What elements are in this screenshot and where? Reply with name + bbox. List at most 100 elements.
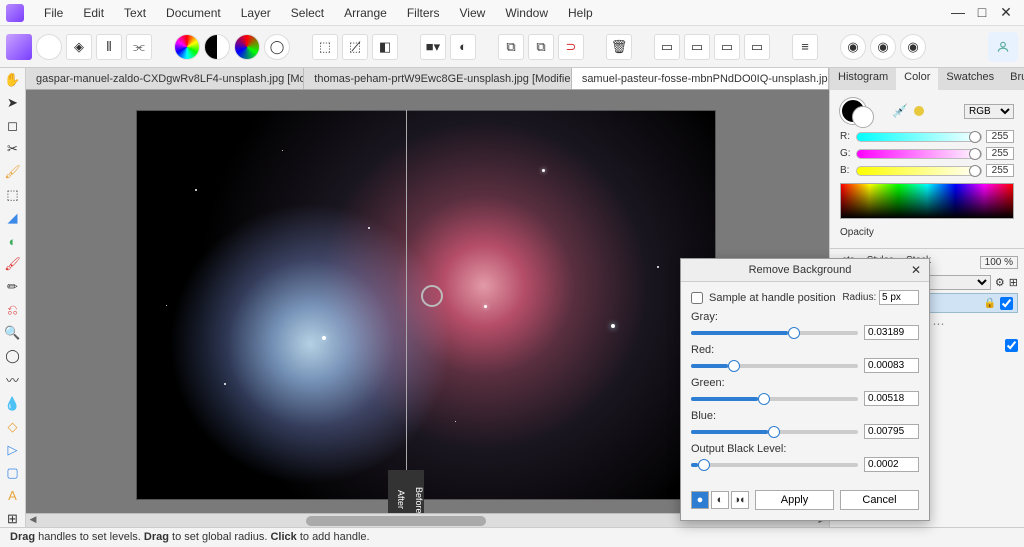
split-toggle-icon[interactable]: ◐ xyxy=(711,491,729,509)
g-value[interactable]: 255 xyxy=(986,147,1014,160)
deselect-icon[interactable]: ⬚̸ xyxy=(342,34,368,60)
minimize-icon[interactable]: — xyxy=(950,4,966,21)
b-slider[interactable] xyxy=(856,166,982,176)
rgb-icon[interactable] xyxy=(234,34,260,60)
flood-tool-icon[interactable]: ◢ xyxy=(3,210,23,227)
sample-checkbox[interactable] xyxy=(691,292,703,304)
smudge-tool-icon[interactable]: 〰 xyxy=(3,370,23,389)
green-value[interactable] xyxy=(864,391,919,406)
mesh-tool-icon[interactable]: ⊞ xyxy=(3,510,23,527)
obl-slider[interactable] xyxy=(691,463,858,467)
menu-arrange[interactable]: Arrange xyxy=(334,2,397,24)
color-swatch[interactable] xyxy=(840,98,866,124)
eyedropper-icon[interactable]: 💉 xyxy=(892,103,908,119)
color-dot[interactable] xyxy=(914,106,924,116)
crop-tool-icon[interactable]: ✂ xyxy=(3,141,23,158)
red-slider[interactable] xyxy=(691,364,858,368)
arrange2-icon[interactable]: ▭ xyxy=(684,34,710,60)
menu-edit[interactable]: Edit xyxy=(73,2,114,24)
menu-select[interactable]: Select xyxy=(281,2,334,24)
gear-icon[interactable]: ⚙ xyxy=(995,276,1005,289)
globe2-icon[interactable]: ◉ xyxy=(870,34,896,60)
menu-window[interactable]: Window xyxy=(495,2,558,24)
layer-visible-checkbox[interactable] xyxy=(1000,297,1013,310)
invert-sel-icon[interactable]: ◧ xyxy=(372,34,398,60)
view-tool-icon[interactable]: ◻ xyxy=(3,118,23,135)
dialog-titlebar[interactable]: Remove Background ✕ xyxy=(681,259,929,282)
menu-view[interactable]: View xyxy=(450,2,496,24)
persona-button[interactable] xyxy=(988,32,1018,62)
cube-icon[interactable]: ◈ xyxy=(66,34,92,60)
close-icon[interactable]: ✕ xyxy=(998,4,1014,21)
document-tab[interactable]: samuel-pasteur-fosse-mbnPNdDO0IQ-unsplas… xyxy=(572,68,829,89)
marquee-icon[interactable]: ⬚ xyxy=(312,34,338,60)
b-value[interactable]: 255 xyxy=(986,164,1014,177)
crop1-icon[interactable]: ⧉ xyxy=(498,34,524,60)
green-slider[interactable] xyxy=(691,397,858,401)
magnet-icon[interactable]: ⊃ xyxy=(558,34,584,60)
blue-slider[interactable] xyxy=(691,430,858,434)
preview-toggle-icon[interactable]: ● xyxy=(691,491,709,509)
menu-text[interactable]: Text xyxy=(114,2,156,24)
trash-icon[interactable]: 🗑 xyxy=(606,34,632,60)
slider-thumb[interactable] xyxy=(768,426,780,438)
ring-icon[interactable]: ◯ xyxy=(264,34,290,60)
gray-slider[interactable] xyxy=(691,331,858,335)
menu-filters[interactable]: Filters xyxy=(397,2,450,24)
dialog-close-icon[interactable]: ✕ xyxy=(911,263,921,277)
hand-tool-icon[interactable]: ✋ xyxy=(3,72,23,89)
color-mode-select[interactable]: RGB xyxy=(964,104,1014,119)
tab-histogram[interactable]: Histogram xyxy=(830,68,896,90)
apply-button[interactable]: Apply xyxy=(755,490,834,510)
scroll-left-icon[interactable]: ◀ xyxy=(26,514,40,528)
erase-tool-icon[interactable]: ✏ xyxy=(3,279,23,296)
menu-file[interactable]: File xyxy=(34,2,73,24)
blur-tool-icon[interactable]: 💧 xyxy=(3,395,23,412)
globe3-icon[interactable]: ◉ xyxy=(900,34,926,60)
gray-value[interactable] xyxy=(864,325,919,340)
pen-tool-icon[interactable]: ▷ xyxy=(3,441,23,458)
zoom-tool-icon[interactable]: 🔍 xyxy=(3,324,23,341)
contrast-icon[interactable] xyxy=(204,34,230,60)
more-icon[interactable]: ⋯ xyxy=(933,317,945,331)
slider-thumb[interactable] xyxy=(969,148,981,160)
radius-input[interactable] xyxy=(879,290,919,305)
cancel-button[interactable]: Cancel xyxy=(840,490,919,510)
sample-handle[interactable] xyxy=(421,285,443,307)
marquee-tool-icon[interactable]: ⬚ xyxy=(3,187,23,204)
dodge-tool-icon[interactable]: ◯ xyxy=(3,347,23,364)
tab-swatches[interactable]: Swatches xyxy=(938,68,1002,90)
move-tool-icon[interactable]: ➤ xyxy=(3,95,23,112)
arrange3-icon[interactable]: ▭ xyxy=(714,34,740,60)
slider-thumb[interactable] xyxy=(758,393,770,405)
opacity-value[interactable]: 100 % xyxy=(980,256,1018,269)
split-divider[interactable] xyxy=(406,110,407,500)
hsl-icon[interactable] xyxy=(36,34,62,60)
maximize-icon[interactable]: □ xyxy=(974,4,990,21)
color-wheel-icon[interactable] xyxy=(174,34,200,60)
fx-icon[interactable]: ⊞ xyxy=(1009,276,1018,289)
obl-value[interactable] xyxy=(864,457,919,472)
gradient-tool-icon[interactable]: ◐ xyxy=(3,233,23,250)
arrange4-icon[interactable]: ▭ xyxy=(744,34,770,60)
slider-thumb[interactable] xyxy=(969,131,981,143)
paint-tool-icon[interactable]: 🖌 xyxy=(3,256,23,273)
tab-color[interactable]: Color xyxy=(896,68,938,90)
align-icon[interactable]: ≡ xyxy=(792,34,818,60)
share-icon[interactable]: ⫘ xyxy=(126,34,152,60)
selection-brush-icon[interactable]: 🖌 xyxy=(3,164,23,181)
bars-icon[interactable]: ⦀ xyxy=(96,34,122,60)
app-icon[interactable] xyxy=(6,34,32,60)
fill-icon[interactable]: ■▾ xyxy=(420,34,446,60)
slider-thumb[interactable] xyxy=(698,459,710,471)
lock-icon[interactable]: 🔒 xyxy=(984,298,996,309)
blue-value[interactable] xyxy=(864,424,919,439)
mirror-toggle-icon[interactable]: ◑◐ xyxy=(731,491,749,509)
text-tool-icon[interactable]: A xyxy=(3,487,23,504)
clone-tool-icon[interactable]: ⎌ xyxy=(3,302,23,319)
menu-document[interactable]: Document xyxy=(156,2,231,24)
shape-tool-icon[interactable]: ▢ xyxy=(3,464,23,481)
r-slider[interactable] xyxy=(856,132,982,142)
r-value[interactable]: 255 xyxy=(986,130,1014,143)
red-value[interactable] xyxy=(864,358,919,373)
